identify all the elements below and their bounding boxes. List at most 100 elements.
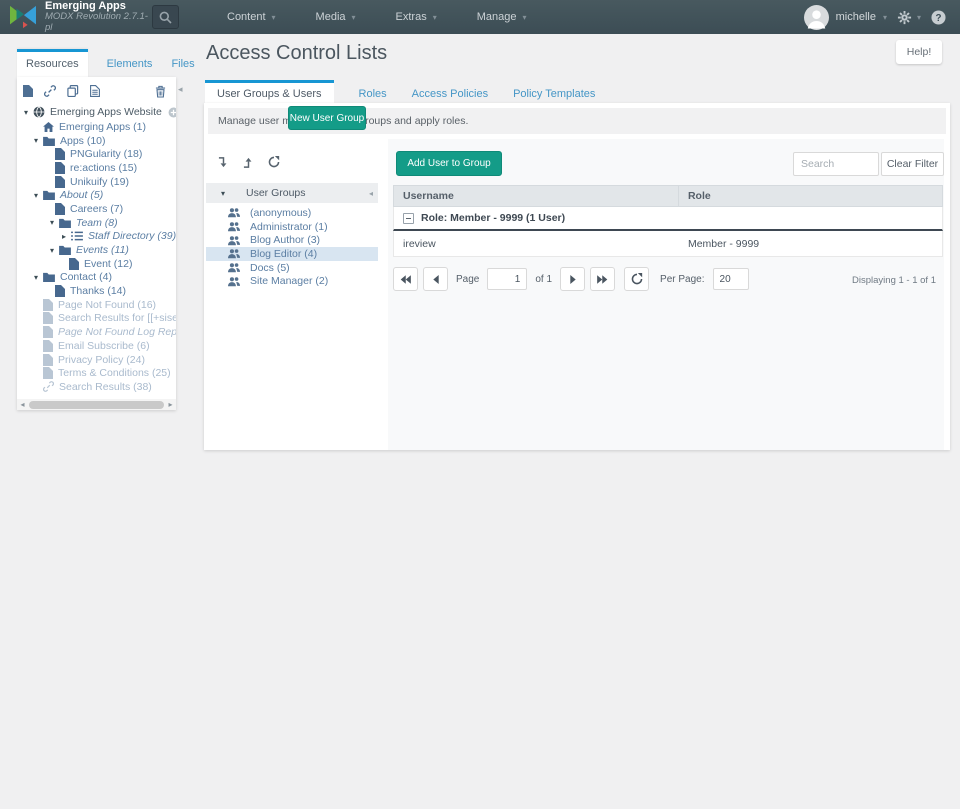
- tree-item-email-subscribe[interactable]: Email Subscribe (6): [17, 339, 176, 353]
- tree-item-staff-directory[interactable]: ▸ Staff Directory (39): [17, 230, 176, 244]
- tree-item-reactions[interactable]: re:actions (15): [17, 161, 176, 175]
- group-item-label: Blog Author (3): [250, 234, 320, 246]
- group-item-label: Site Manager (2): [250, 275, 328, 287]
- menu-media[interactable]: Media ▾: [296, 0, 376, 34]
- last-page-button[interactable]: [590, 267, 615, 291]
- tree-item-unikuify[interactable]: Unikuify (19): [17, 175, 176, 189]
- menu-manage[interactable]: Manage ▾: [457, 0, 547, 34]
- caret-down-icon[interactable]: ▾: [47, 218, 57, 227]
- users-table: Username Role Role: Member - 9999 (1 Use…: [393, 185, 943, 257]
- chevron-down-icon: ▾: [272, 13, 276, 22]
- scroll-right-icon[interactable]: ▸: [165, 400, 176, 409]
- tree-item-terms-conditions[interactable]: Terms & Conditions (25): [17, 366, 176, 380]
- groups-collapse-handle[interactable]: ◂: [369, 189, 373, 198]
- tree-item-page-not-found[interactable]: Page Not Found (16): [17, 298, 176, 312]
- tree-item-about[interactable]: ▾ About (5): [17, 188, 176, 202]
- group-item-site-manager[interactable]: Site Manager (2): [206, 274, 378, 288]
- caret-down-icon[interactable]: ▾: [47, 246, 57, 255]
- refresh-groups-icon[interactable]: [268, 156, 280, 168]
- scroll-left-icon[interactable]: ◂: [17, 400, 28, 409]
- tree-item-event[interactable]: Event (12): [17, 257, 176, 271]
- tree-item-emerging-apps[interactable]: Emerging Apps (1): [17, 120, 176, 134]
- group-item-anonymous[interactable]: (anonymous): [206, 206, 378, 220]
- role-group-row[interactable]: Role: Member - 9999 (1 User): [393, 207, 943, 231]
- new-document-icon[interactable]: [23, 85, 33, 97]
- group-item-blog-editor[interactable]: Blog Editor (4): [206, 247, 378, 261]
- gear-icon: [897, 10, 912, 25]
- tree-item-events[interactable]: ▾ Events (11): [17, 243, 176, 257]
- refresh-grid-button[interactable]: [624, 267, 649, 291]
- new-weblink-icon[interactable]: [44, 85, 56, 97]
- tree-item-label: Contact (4): [60, 271, 112, 283]
- user-menu[interactable]: michelle ▾: [804, 5, 887, 30]
- tree-item-apps[interactable]: ▾ Apps (10): [17, 134, 176, 148]
- per-page-input[interactable]: [713, 268, 749, 290]
- collapse-group-icon[interactable]: [403, 213, 414, 224]
- cell-username: ireview: [394, 238, 679, 250]
- first-page-button[interactable]: [393, 267, 418, 291]
- tree-item-privacy-policy[interactable]: Privacy Policy (24): [17, 353, 176, 367]
- home-icon: [43, 122, 54, 132]
- brand[interactable]: Emerging Apps MODX Revolution 2.7.1-pl: [0, 0, 152, 34]
- chevron-down-icon: ▾: [433, 13, 437, 22]
- caret-down-icon[interactable]: ▾: [21, 108, 31, 117]
- folder-icon: [59, 218, 71, 228]
- tree-item-search-results-query[interactable]: Search Results for [[+sisea.query]] (: [17, 312, 176, 326]
- expand-all-icon[interactable]: [218, 157, 229, 168]
- document-icon: [55, 176, 65, 188]
- help-menu[interactable]: ?: [931, 10, 946, 25]
- tab-files[interactable]: Files: [171, 52, 194, 78]
- resource-tree-panel: ▾ Emerging Apps Website Emerging Apps (1…: [17, 77, 176, 410]
- tab-elements[interactable]: Elements: [107, 52, 153, 78]
- trash-icon[interactable]: [155, 85, 166, 98]
- tree-root-website[interactable]: ▾ Emerging Apps Website: [17, 104, 176, 120]
- add-user-to-group-button[interactable]: Add User to Group: [396, 151, 502, 176]
- search-input[interactable]: [793, 152, 879, 176]
- caret-down-icon[interactable]: ▾: [31, 136, 41, 145]
- groups-toolbar: [204, 147, 380, 177]
- caret-right-icon[interactable]: ▸: [59, 232, 69, 241]
- tree-item-pngularity[interactable]: PNGularity (18): [17, 147, 176, 161]
- table-row[interactable]: ireview Member - 9999: [393, 231, 943, 257]
- users-icon: [228, 207, 240, 218]
- navbar-search-button[interactable]: [152, 5, 179, 29]
- tree-item-contact[interactable]: ▾ Contact (4): [17, 271, 176, 285]
- user-groups-header[interactable]: ▾ User Groups ◂: [206, 183, 378, 203]
- tree-item-label: Email Subscribe (6): [58, 340, 150, 352]
- tree-item-search-results[interactable]: Search Results (38): [17, 380, 176, 394]
- group-item-blog-author[interactable]: Blog Author (3): [206, 233, 378, 247]
- previous-page-button[interactable]: [423, 267, 448, 291]
- menu-extras[interactable]: Extras ▾: [376, 0, 457, 34]
- chevron-down-icon: ▾: [883, 13, 887, 22]
- clear-filter-button[interactable]: Clear Filter: [881, 152, 944, 176]
- sidebar-collapse-handle[interactable]: ◂: [178, 84, 183, 95]
- group-item-label: (anonymous): [250, 207, 311, 219]
- collapse-all-icon[interactable]: [243, 157, 254, 168]
- user-groups-tree: (anonymous) Administrator (1) Blog Autho…: [206, 206, 378, 288]
- menu-label: Manage: [477, 11, 517, 23]
- menu-content[interactable]: Content ▾: [207, 0, 296, 34]
- group-item-docs[interactable]: Docs (5): [206, 261, 378, 275]
- settings-menu[interactable]: ▾: [897, 10, 921, 25]
- duplicate-icon[interactable]: [67, 85, 79, 97]
- tree-horizontal-scrollbar[interactable]: ◂ ▸: [17, 399, 176, 410]
- scrollbar-thumb[interactable]: [29, 401, 164, 409]
- site-version: MODX Revolution 2.7.1-pl: [45, 12, 152, 34]
- tree-item-careers[interactable]: Careers (7): [17, 202, 176, 216]
- tree-item-thanks[interactable]: Thanks (14): [17, 284, 176, 298]
- new-user-group-button[interactable]: New User Group: [288, 106, 366, 130]
- caret-down-icon[interactable]: ▾: [31, 273, 41, 282]
- static-resource-icon[interactable]: [90, 85, 100, 97]
- next-page-button[interactable]: [560, 267, 585, 291]
- tab-resources[interactable]: Resources: [17, 49, 88, 78]
- tree-item-team[interactable]: ▾ Team (8): [17, 216, 176, 230]
- column-username[interactable]: Username: [394, 186, 679, 206]
- page-number-input[interactable]: [487, 268, 527, 290]
- column-role[interactable]: Role: [679, 190, 942, 202]
- caret-down-icon[interactable]: ▾: [31, 191, 41, 200]
- add-resource-icon[interactable]: [168, 107, 176, 118]
- group-item-administrator[interactable]: Administrator (1): [206, 220, 378, 234]
- caret-down-icon[interactable]: ▾: [218, 189, 228, 198]
- tree-item-pnf-log-report[interactable]: Page Not Found Log Report (20): [17, 325, 176, 339]
- help-button[interactable]: Help!: [896, 40, 942, 64]
